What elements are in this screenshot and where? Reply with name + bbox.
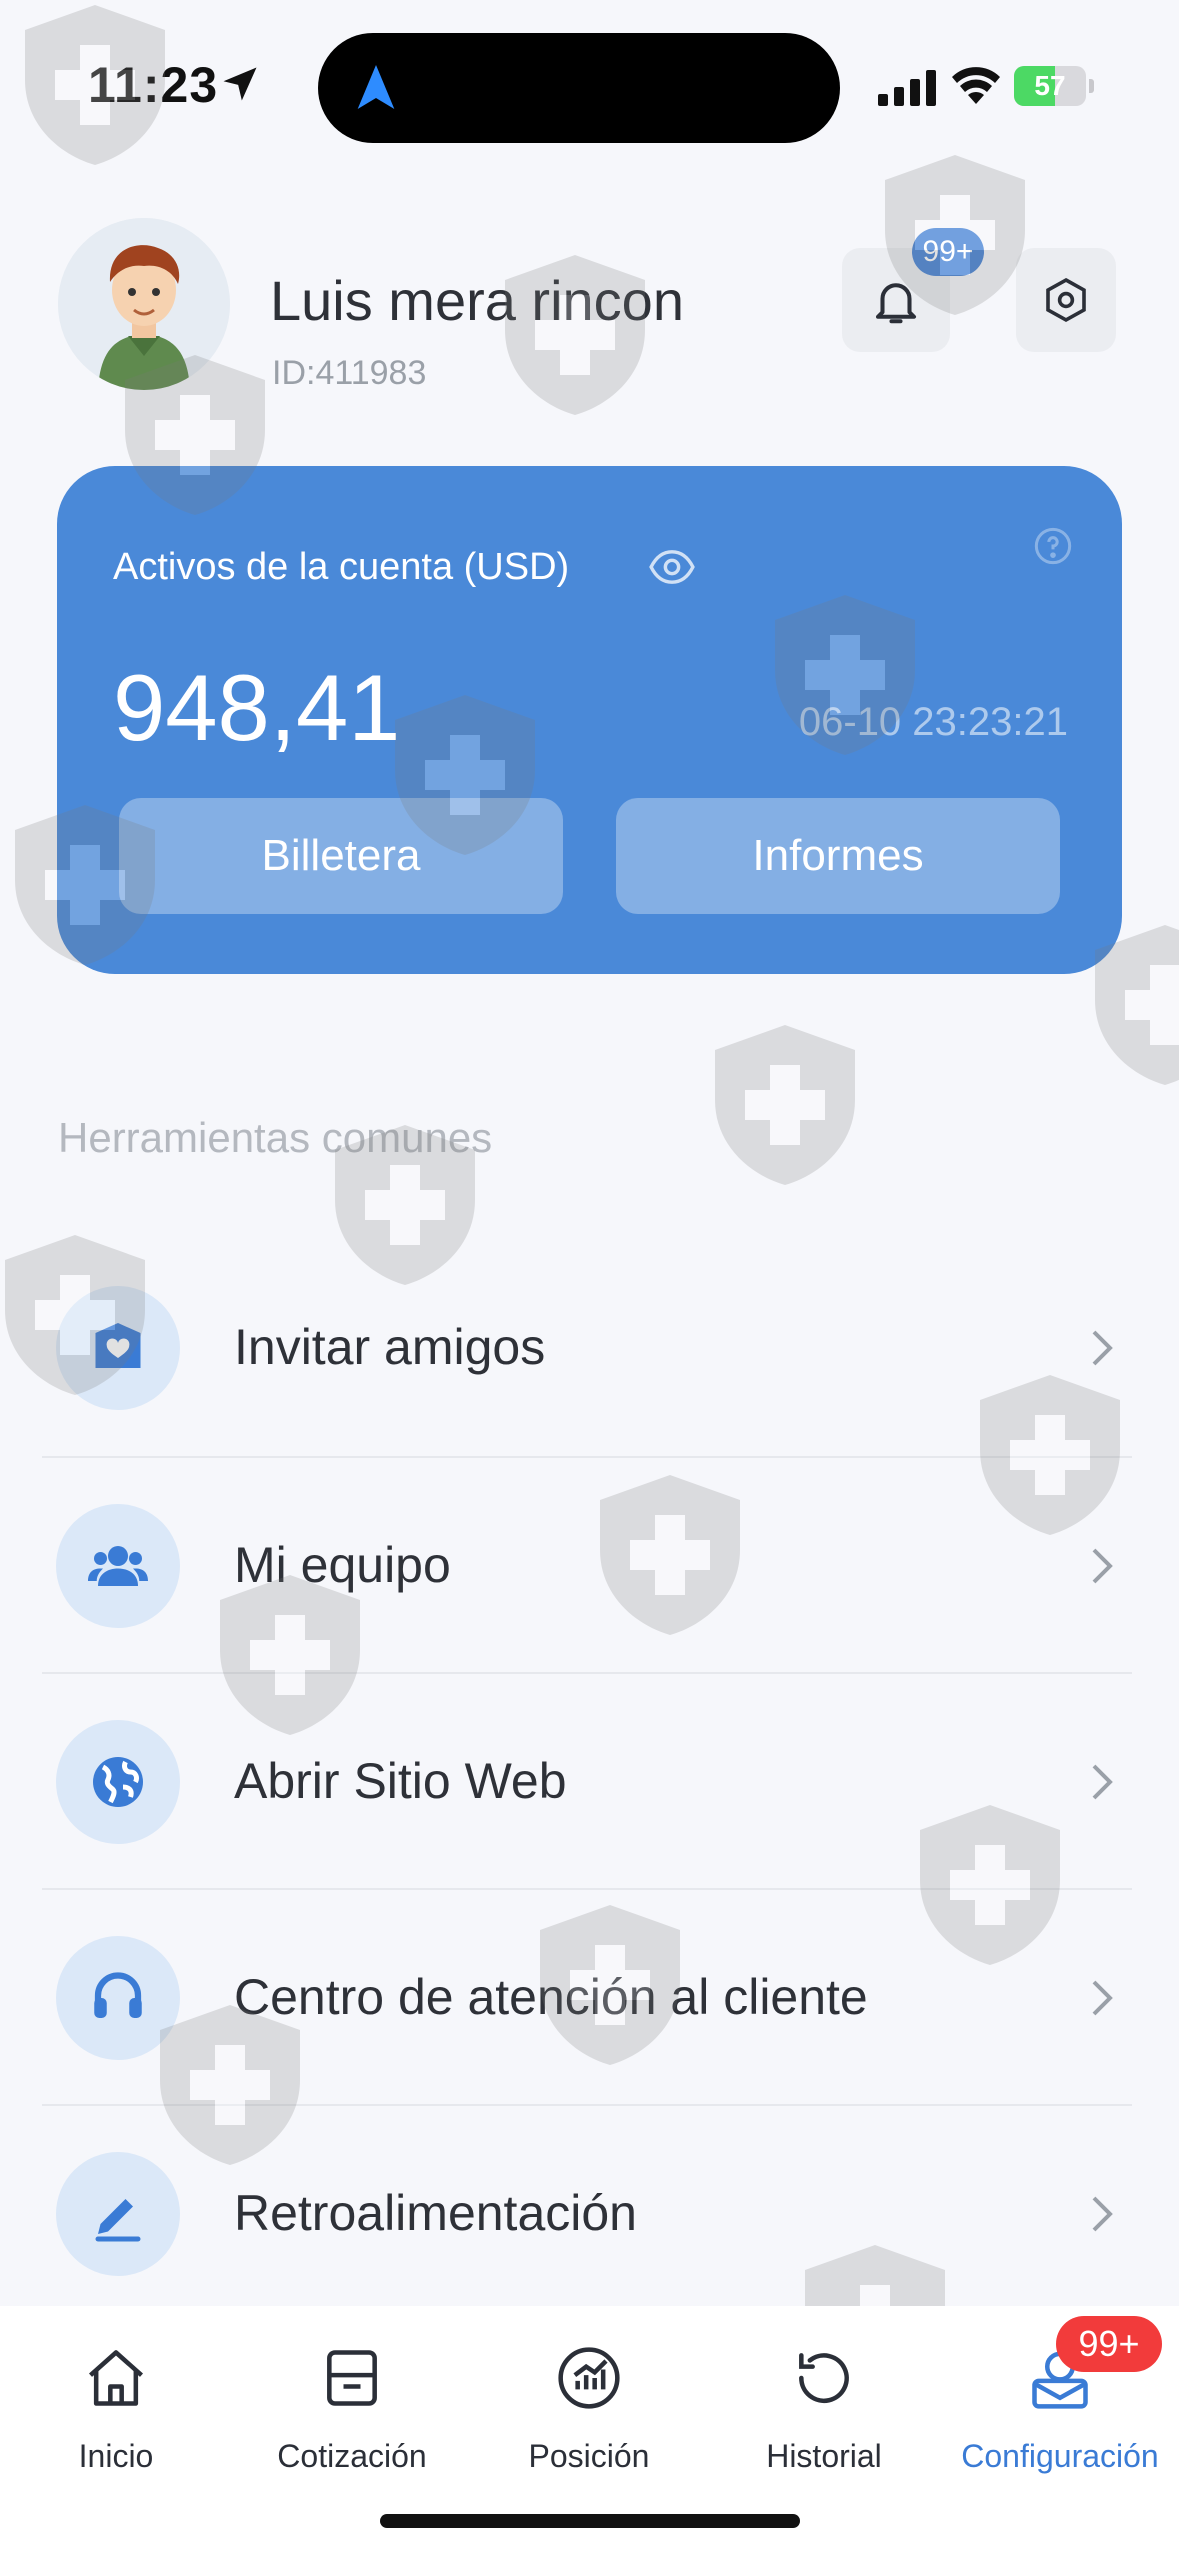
watermark-shield-icon [715, 1025, 855, 1185]
tool-row-customer-service[interactable]: Centro de atención al cliente [42, 1890, 1132, 2106]
tool-row-open-website[interactable]: Abrir Sitio Web [42, 1674, 1132, 1890]
tool-icon-container [56, 1720, 180, 1844]
account-balance-card: Activos de la cuenta (USD) 948,41 06-10 … [57, 466, 1122, 974]
tool-row-invite-friends[interactable]: Invitar amigos [42, 1240, 1132, 1456]
tab-label: Posición [528, 2438, 650, 2474]
balance-value: 948,41 [113, 655, 401, 760]
tool-row-feedback[interactable]: Retroalimentación [42, 2106, 1132, 2322]
tool-label: Centro de atención al cliente [234, 1969, 868, 2025]
chevron-right-icon [1092, 1764, 1113, 1800]
chevron-right-icon [1092, 2196, 1113, 2232]
battery-icon: 57 [1014, 66, 1094, 106]
status-bar: 11:23 57 [0, 0, 1179, 170]
tab-historial[interactable]: Historial [714, 2326, 934, 2486]
tool-label: Mi equipo [234, 1537, 451, 1593]
chart-circle-icon [558, 2347, 620, 2409]
team-icon [88, 1546, 148, 1586]
tab-inicio[interactable]: Inicio [6, 2326, 226, 2486]
tab-posicion[interactable]: Posición [479, 2326, 699, 2486]
tool-row-my-team[interactable]: Mi equipo [42, 1458, 1132, 1674]
home-icon [88, 2350, 144, 2406]
headset-icon [94, 1972, 142, 2018]
reports-button[interactable]: Informes [616, 798, 1060, 914]
avatar-illustration [58, 218, 230, 390]
tab-label: Cotización [277, 2438, 427, 2474]
settings-button[interactable] [1016, 248, 1116, 352]
avatar[interactable] [58, 218, 230, 390]
notification-badge: 99+ [912, 228, 984, 276]
screen: 11:23 57 Luis mera rincon ID:411983 99+ … [0, 0, 1179, 2556]
envelope-heart-icon [95, 1323, 141, 1368]
dynamic-island [318, 33, 840, 143]
bell-icon [875, 283, 917, 324]
help-icon[interactable] [1033, 526, 1073, 566]
tool-icon-container [56, 1936, 180, 2060]
inbox-tray-icon [327, 2350, 377, 2406]
user-id: ID:411983 [272, 354, 427, 392]
chevron-right-icon [1092, 1548, 1113, 1584]
wifi-icon [952, 67, 1000, 104]
chevron-right-icon [1092, 1980, 1113, 2016]
wallet-button[interactable]: Billetera [119, 798, 563, 914]
tool-icon-container [56, 1504, 180, 1628]
cellular-signal-icon [878, 70, 936, 106]
tab-label: Inicio [78, 2438, 154, 2474]
settings-tab-badge: 99+ [1056, 2316, 1162, 2372]
history-icon [799, 2353, 849, 2404]
location-arrow-icon [223, 67, 257, 101]
status-time: 11:23 [88, 57, 219, 113]
section-title: Herramientas comunes [58, 1114, 493, 1161]
tool-label: Invitar amigos [234, 1319, 546, 1375]
home-indicator[interactable] [380, 2514, 800, 2528]
tool-label: Abrir Sitio Web [234, 1753, 567, 1809]
eye-icon[interactable] [649, 548, 695, 586]
hexagon-settings-icon [1046, 277, 1086, 323]
user-name: Luis mera rincon [270, 269, 684, 332]
account-label: Activos de la cuenta (USD) [113, 546, 570, 588]
tool-icon-container [56, 1286, 180, 1410]
tool-icon-container [56, 2152, 180, 2276]
chevron-right-icon [1092, 1330, 1113, 1366]
tab-label: Configuración [961, 2438, 1159, 2474]
tab-cotizacion[interactable]: Cotización [242, 2326, 462, 2486]
navigation-arrow-icon [357, 65, 395, 109]
globe-icon [93, 1757, 143, 1807]
balance-timestamp: 06-10 23:23:21 [798, 700, 1068, 744]
battery-percent: 57 [1034, 70, 1066, 101]
pencil-icon [95, 2199, 141, 2242]
tab-label: Historial [766, 2438, 882, 2474]
tool-label: Retroalimentación [234, 2185, 637, 2241]
